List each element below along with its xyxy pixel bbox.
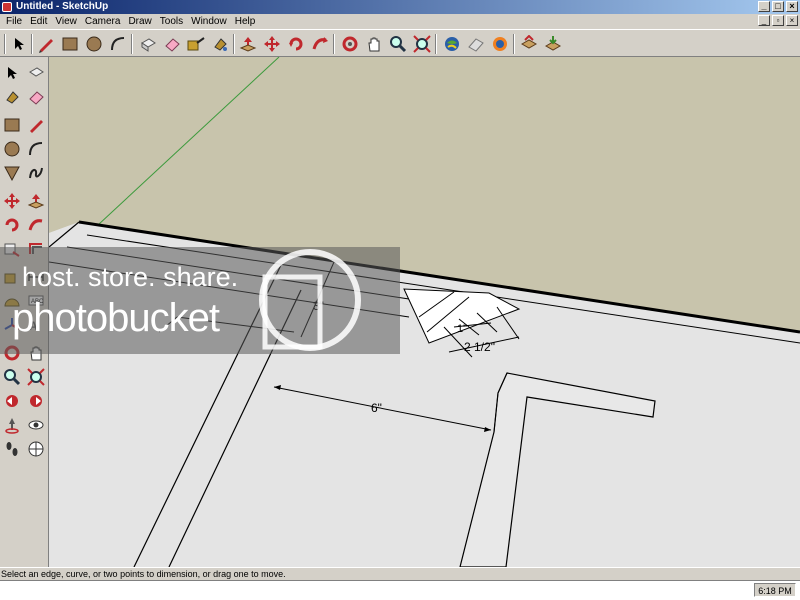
push-pull-icon[interactable]	[25, 190, 47, 212]
circle-icon[interactable]	[1, 138, 23, 160]
watermark-tagline: host. store. share.	[22, 262, 239, 292]
circle-icon[interactable]	[83, 33, 105, 55]
menu-camera[interactable]: Camera	[81, 14, 125, 29]
google-earth-icon[interactable]	[441, 33, 463, 55]
push-pull-icon[interactable]	[237, 33, 259, 55]
rotate-icon[interactable]	[285, 33, 307, 55]
menu-draw[interactable]: Draw	[124, 14, 155, 29]
eraser-icon[interactable]	[161, 33, 183, 55]
paint-bucket-icon[interactable]	[1, 86, 23, 108]
line-icon[interactable]	[25, 114, 47, 136]
dimension-1in[interactable]: 1"	[457, 323, 467, 335]
zoom-extents-icon[interactable]	[25, 366, 47, 388]
paint-icon[interactable]	[209, 33, 231, 55]
walk-icon[interactable]	[1, 438, 23, 460]
sketchup-window: Untitled - SketchUp _ □ × File Edit View…	[0, 0, 800, 600]
toolbar-separator	[513, 34, 515, 54]
toolbar-separator	[131, 34, 133, 54]
eraser-icon[interactable]	[25, 86, 47, 108]
taskbar	[0, 580, 800, 600]
clock[interactable]: 6:18 PM	[754, 583, 796, 597]
move-icon[interactable]	[1, 190, 23, 212]
dimension-2-5in[interactable]: 2 1/2"	[464, 340, 495, 354]
pan-icon[interactable]	[363, 33, 385, 55]
window-controls: _ □ ×	[758, 1, 798, 12]
status-bar: Select an edge, curve, or two points to …	[0, 567, 800, 580]
section-plane-icon[interactable]	[25, 438, 47, 460]
document-window-controls: _ ▫ ×	[758, 15, 798, 26]
maximize-button[interactable]: □	[772, 1, 784, 12]
orbit-icon[interactable]	[339, 33, 361, 55]
zoom-icon[interactable]	[387, 33, 409, 55]
toolbar-separator	[31, 34, 33, 54]
doc-restore-button[interactable]: ▫	[772, 15, 784, 26]
menu-tools[interactable]: Tools	[156, 14, 187, 29]
status-message: Select an edge, curve, or two points to …	[1, 569, 286, 579]
rotate-icon[interactable]	[1, 214, 23, 236]
zoom-icon[interactable]	[1, 366, 23, 388]
freehand-icon[interactable]	[25, 162, 47, 184]
doc-close-button[interactable]: ×	[786, 15, 798, 26]
toolbar-separator	[233, 34, 235, 54]
rectangle-icon[interactable]	[59, 33, 81, 55]
window-title: Untitled - SketchUp	[16, 1, 109, 12]
toolbar-separator	[333, 34, 335, 54]
title-bar: Untitled - SketchUp _ □ ×	[0, 0, 800, 14]
make-component-icon[interactable]	[137, 33, 159, 55]
menu-window[interactable]: Window	[187, 14, 231, 29]
doc-minimize-button[interactable]: _	[758, 15, 770, 26]
close-button[interactable]: ×	[786, 1, 798, 12]
menu-view[interactable]: View	[51, 14, 81, 29]
select-icon[interactable]	[8, 33, 30, 55]
place-model-icon[interactable]	[543, 33, 565, 55]
look-around-icon[interactable]	[25, 414, 47, 436]
menu-help[interactable]: Help	[231, 14, 260, 29]
dimension-6in[interactable]: 6"	[371, 401, 382, 415]
polygon-icon[interactable]	[1, 162, 23, 184]
make-component-icon[interactable]	[25, 62, 47, 84]
follow-me-icon[interactable]	[25, 214, 47, 236]
sketchup-app-icon[interactable]	[2, 2, 12, 12]
main-toolbar	[0, 29, 800, 57]
share-model-icon[interactable]	[465, 33, 487, 55]
tape-measure-icon[interactable]	[185, 33, 207, 55]
toolbar-grip[interactable]	[4, 34, 6, 54]
arc-icon[interactable]	[25, 138, 47, 160]
select-icon[interactable]	[1, 62, 23, 84]
watermark-brand: photobucket	[12, 296, 220, 340]
zoom-extents-icon[interactable]	[411, 33, 433, 55]
pencil-line-icon[interactable]	[35, 33, 57, 55]
rectangle-icon[interactable]	[1, 114, 23, 136]
position-camera-icon[interactable]	[1, 414, 23, 436]
follow-me-icon[interactable]	[309, 33, 331, 55]
warehouse-icon[interactable]	[489, 33, 511, 55]
component-icon[interactable]	[519, 33, 541, 55]
toolbar-separator	[435, 34, 437, 54]
menu-edit[interactable]: Edit	[26, 14, 51, 29]
next-view-icon[interactable]	[25, 390, 47, 412]
previous-view-icon[interactable]	[1, 390, 23, 412]
move-icon[interactable]	[261, 33, 283, 55]
arc-icon[interactable]	[107, 33, 129, 55]
menu-file[interactable]: File	[2, 14, 26, 29]
menu-bar: File Edit View Camera Draw Tools Window …	[0, 14, 800, 29]
minimize-button[interactable]: _	[758, 1, 770, 12]
